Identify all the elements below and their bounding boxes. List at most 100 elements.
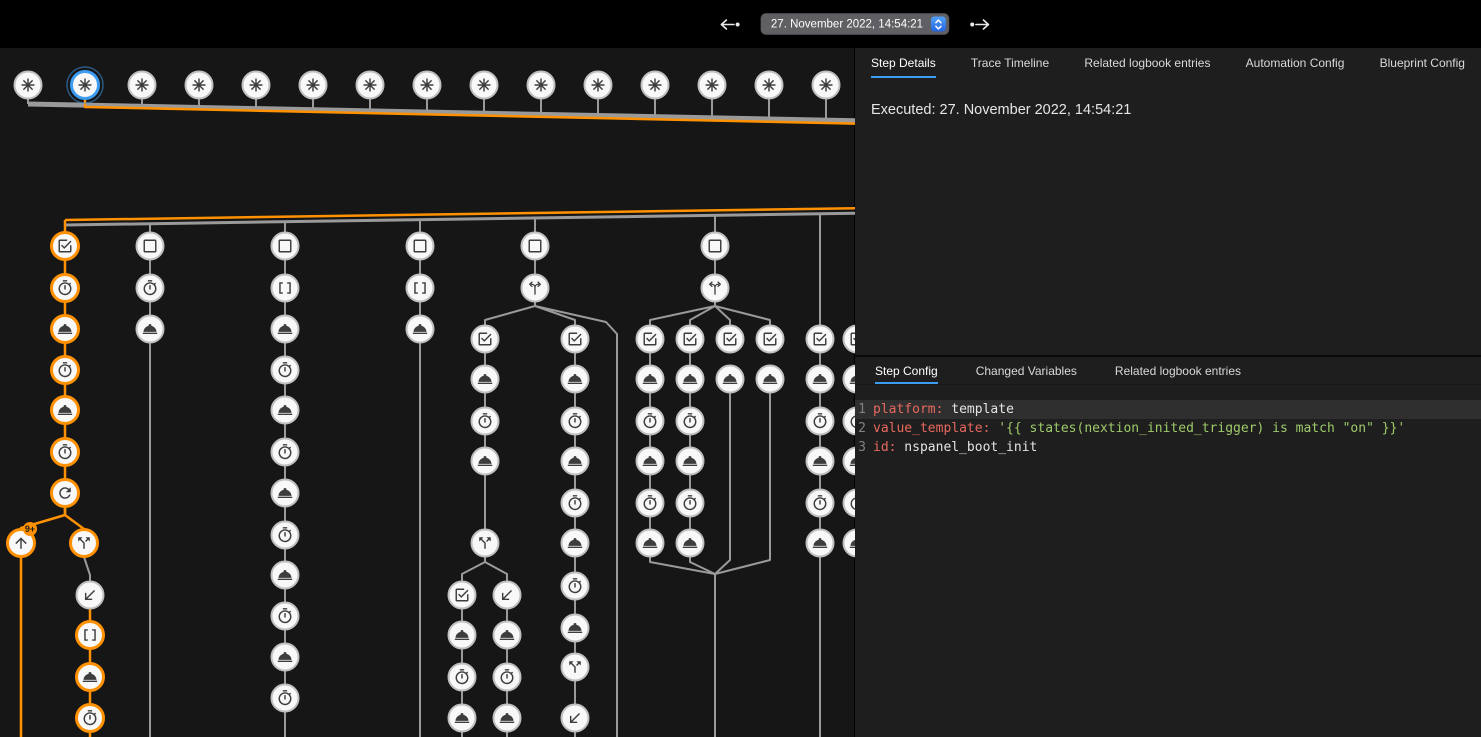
graph-node-asterisk[interactable] — [186, 72, 213, 99]
graph-node-timer[interactable] — [637, 490, 664, 517]
graph-node-service[interactable] — [844, 530, 856, 557]
graph-node-service[interactable] — [807, 366, 834, 393]
graph-node-arrow-bottom-left[interactable] — [494, 582, 521, 609]
graph-node-timer[interactable] — [272, 522, 299, 549]
graph-node-checkbox-marked[interactable] — [807, 326, 834, 353]
graph-node-call-split[interactable] — [472, 530, 499, 557]
graph-node-timer[interactable] — [677, 408, 704, 435]
tab-related-logbook-entries[interactable]: Related logbook entries — [1084, 48, 1210, 78]
graph-node-asterisk[interactable] — [471, 72, 498, 99]
graph-node-code-brackets[interactable] — [407, 275, 434, 302]
graph-node-code-brackets[interactable] — [77, 622, 104, 649]
graph-node-timer[interactable] — [472, 408, 499, 435]
graph-node-timer[interactable] — [272, 603, 299, 630]
graph-node-checkbox-marked[interactable] — [562, 326, 589, 353]
graph-node-service[interactable] — [677, 530, 704, 557]
graph-node-service[interactable] — [844, 448, 856, 475]
graph-node-service[interactable] — [472, 366, 499, 393]
graph-node-service[interactable] — [272, 644, 299, 671]
graph-node-checkbox-blank[interactable] — [272, 233, 299, 260]
graph-node-arrow-decision[interactable] — [522, 275, 549, 302]
graph-node-checkbox-blank[interactable] — [522, 233, 549, 260]
graph-node-service[interactable] — [562, 530, 589, 557]
graph-node-timer[interactable] — [844, 490, 856, 517]
graph-node-checkbox-marked[interactable] — [637, 326, 664, 353]
graph-node-asterisk[interactable] — [129, 72, 156, 99]
graph-node-arrow-decision[interactable] — [702, 275, 729, 302]
graph-node-service[interactable] — [677, 366, 704, 393]
graph-node-asterisk[interactable] — [357, 72, 384, 99]
tab-step-details[interactable]: Step Details — [871, 48, 936, 78]
graph-node-timer[interactable] — [807, 408, 834, 435]
graph-node-asterisk[interactable] — [756, 72, 783, 99]
graph-node-service[interactable] — [494, 705, 521, 732]
graph-node-call-split[interactable] — [71, 530, 98, 557]
graph-node-asterisk[interactable] — [15, 72, 42, 99]
next-trace-button[interactable] — [963, 14, 997, 34]
graph-node-timer[interactable] — [844, 408, 856, 435]
graph-node-service[interactable] — [52, 397, 79, 424]
tab-changed-variables[interactable]: Changed Variables — [976, 357, 1077, 384]
trace-selector[interactable]: 27. November 2022, 14:54:21 — [761, 14, 949, 35]
graph-node-timer[interactable] — [494, 664, 521, 691]
graph-node-timer[interactable] — [52, 439, 79, 466]
graph-node-checkbox-marked[interactable] — [717, 326, 744, 353]
graph-node-timer[interactable] — [562, 573, 589, 600]
graph-node-checkbox-blank[interactable] — [702, 233, 729, 260]
graph-node-timer[interactable] — [272, 685, 299, 712]
graph-node-asterisk[interactable] — [642, 72, 669, 99]
graph-node-timer[interactable] — [272, 357, 299, 384]
graph-node-service[interactable] — [757, 366, 784, 393]
graph-node-checkbox-marked[interactable] — [449, 582, 476, 609]
graph-node-service[interactable] — [677, 448, 704, 475]
graph-node-checkbox-marked[interactable] — [844, 326, 856, 353]
graph-node-service[interactable] — [562, 615, 589, 642]
graph-node-service[interactable] — [52, 316, 79, 343]
graph-node-service[interactable] — [494, 622, 521, 649]
tab-blueprint-config[interactable]: Blueprint Config — [1380, 48, 1465, 78]
graph-node-asterisk[interactable] — [699, 72, 726, 99]
graph-node-asterisk[interactable] — [300, 72, 327, 99]
graph-node-service[interactable] — [562, 366, 589, 393]
graph-node-refresh[interactable] — [52, 480, 79, 507]
graph-node-service[interactable] — [272, 480, 299, 507]
graph-node-asterisk[interactable] — [67, 67, 103, 103]
tab-step-config[interactable]: Step Config — [875, 357, 938, 384]
graph-node-timer[interactable] — [562, 408, 589, 435]
graph-node-call-split[interactable] — [562, 654, 589, 681]
graph-node-service[interactable] — [807, 448, 834, 475]
graph-node-timer[interactable] — [52, 357, 79, 384]
graph-node-service[interactable] — [272, 316, 299, 343]
graph-node-timer[interactable] — [77, 705, 104, 732]
tab-trace-timeline[interactable]: Trace Timeline — [971, 48, 1049, 78]
graph-node-service[interactable] — [77, 664, 104, 691]
graph-node-asterisk[interactable] — [813, 72, 840, 99]
graph-node-service[interactable] — [717, 366, 744, 393]
tab-related-logbook-entries[interactable]: Related logbook entries — [1115, 357, 1241, 384]
graph-node-timer[interactable] — [637, 408, 664, 435]
graph-node-timer[interactable] — [137, 275, 164, 302]
graph-node-asterisk[interactable] — [585, 72, 612, 99]
graph-node-checkbox-blank[interactable] — [407, 233, 434, 260]
graph-node-asterisk[interactable] — [243, 72, 270, 99]
graph-node-service[interactable] — [472, 448, 499, 475]
graph-node-arrow-bottom-left[interactable] — [562, 705, 589, 732]
graph-node-timer[interactable] — [562, 490, 589, 517]
graph-node-service[interactable] — [637, 448, 664, 475]
graph-node-checkbox-marked[interactable] — [52, 233, 79, 260]
graph-node-arrow-bottom-left[interactable] — [77, 582, 104, 609]
graph-node-checkbox-marked[interactable] — [677, 326, 704, 353]
graph-node-timer[interactable] — [272, 439, 299, 466]
graph-node-service[interactable] — [637, 530, 664, 557]
graph-node-asterisk[interactable] — [528, 72, 555, 99]
graph-node-service[interactable] — [272, 562, 299, 589]
graph-node-timer[interactable] — [52, 275, 79, 302]
graph-node-code-brackets[interactable] — [272, 275, 299, 302]
graph-node-service[interactable] — [562, 448, 589, 475]
graph-node-service[interactable] — [137, 316, 164, 343]
tab-automation-config[interactable]: Automation Config — [1246, 48, 1345, 78]
graph-node-checkbox-marked[interactable] — [757, 326, 784, 353]
graph-node-checkbox-blank[interactable] — [137, 233, 164, 260]
graph-node-service[interactable] — [807, 530, 834, 557]
graph-node-service[interactable] — [637, 366, 664, 393]
